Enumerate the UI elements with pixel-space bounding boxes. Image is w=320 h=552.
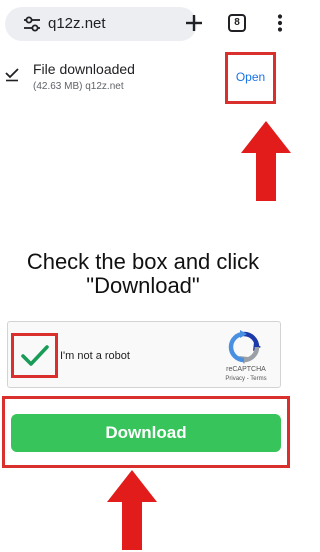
browser-toolbar: q12z.net 8	[0, 0, 300, 44]
red-up-arrow	[241, 121, 291, 201]
download-button[interactable]: Download	[11, 414, 281, 452]
address-bar[interactable]: q12z.net	[5, 7, 197, 41]
red-up-arrow	[107, 470, 157, 550]
download-details: (42.63 MB) q12z.net	[33, 81, 124, 92]
download-done-icon	[5, 68, 19, 82]
checkmark-icon	[21, 345, 49, 366]
instruction-line-2: "Download"	[86, 273, 200, 298]
recaptcha-privacy-terms-link[interactable]: Privacy - Terms	[216, 375, 276, 383]
url-text[interactable]: q12z.net	[48, 15, 106, 33]
download-message-bar: File downloaded (42.63 MB) q12z.net Open	[0, 44, 300, 108]
captcha-label: I'm not a robot	[60, 350, 130, 362]
new-tab-button[interactable]	[183, 12, 205, 34]
tune-icon[interactable]	[22, 15, 42, 33]
open-button-highlight: Open	[225, 52, 276, 104]
instruction-line-1: Check the box and click	[26, 249, 260, 274]
captcha-checkbox[interactable]	[11, 333, 58, 378]
recaptcha-widget: I'm not a robot reCAPTCHA Privacy - Term…	[7, 321, 281, 388]
more-vert-icon[interactable]	[277, 14, 283, 32]
open-button[interactable]: Open	[228, 70, 273, 84]
recaptcha-logo	[228, 330, 261, 364]
recaptcha-brand: reCAPTCHA	[226, 366, 266, 373]
download-title: File downloaded	[33, 61, 135, 77]
instruction-heading: Check the box and click "Download"	[0, 250, 286, 298]
download-button-highlight: Download	[2, 396, 290, 468]
tab-switcher-button[interactable]: 8	[228, 14, 246, 32]
